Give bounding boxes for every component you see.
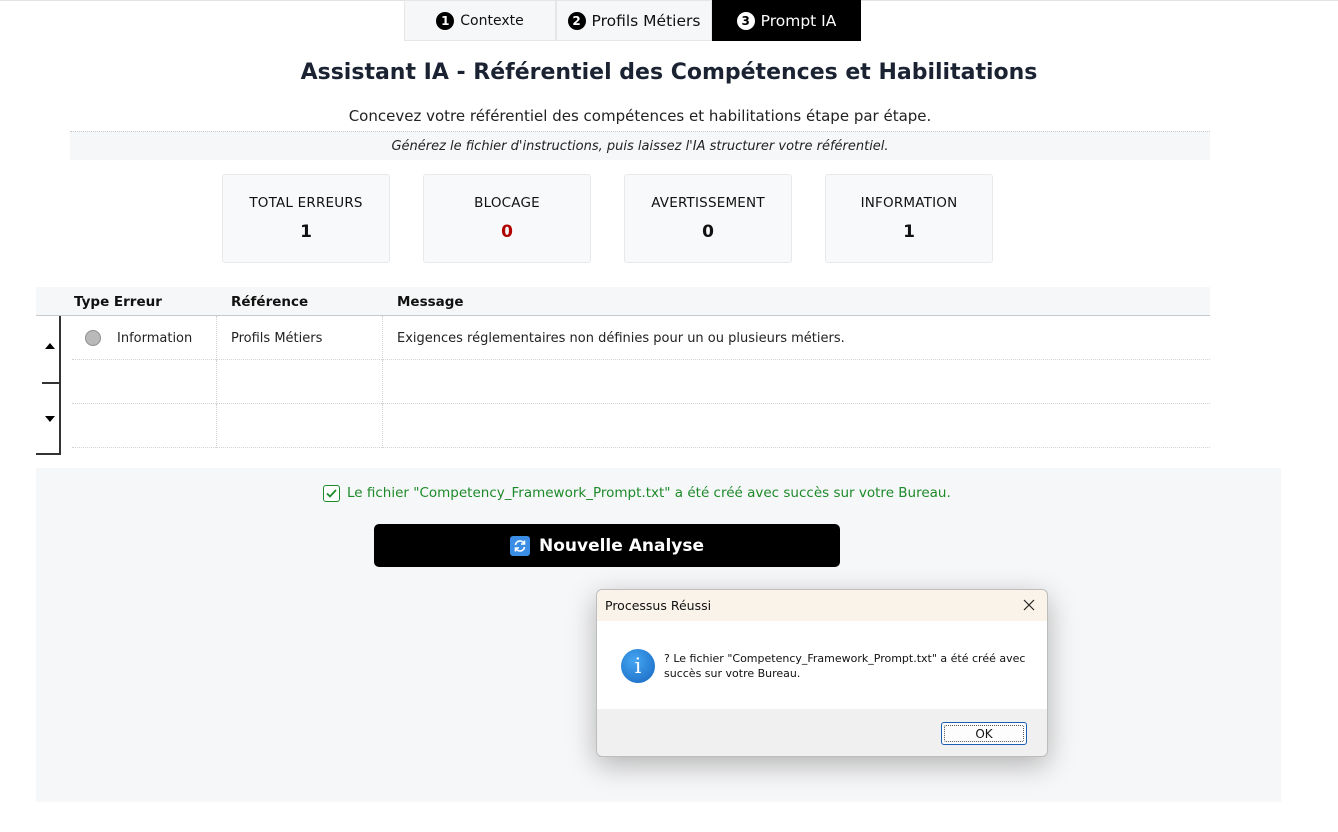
cell-message [383, 404, 1210, 448]
dialog-title-bar: Processus Réussi [597, 590, 1047, 621]
stat-card-warning: AVERTISSEMENT 0 [624, 174, 792, 263]
cell-reference [217, 404, 383, 448]
tab-label: Prompt IA [760, 11, 837, 30]
stat-card-information: INFORMATION 1 [825, 174, 993, 263]
cell-message: Exigences réglementaires non définies po… [397, 330, 845, 346]
new-analysis-label: Nouvelle Analyse [538, 535, 704, 556]
cell-reference [217, 360, 383, 404]
column-header-reference: Référence [231, 294, 309, 310]
step-number-3: 3 [736, 11, 755, 30]
table-row[interactable]: Information Profils Métiers Exigences ré… [72, 316, 1210, 360]
tab-label: Profils Métiers [591, 11, 701, 30]
stat-label: TOTAL ERREURS [249, 195, 363, 211]
table-row-empty [72, 404, 1210, 448]
step-number-2: 2 [567, 11, 586, 30]
tab-label: Contexte [460, 12, 524, 29]
dialog-title: Processus Réussi [605, 598, 712, 613]
step-tabs: 1 Contexte 2 Profils Métiers 3 Prompt IA [404, 0, 861, 41]
stat-label: INFORMATION [860, 195, 958, 211]
stat-value: 0 [702, 222, 714, 242]
stat-card-total-errors: TOTAL ERREURS 1 [222, 174, 390, 263]
severity-dot-icon [85, 330, 101, 346]
stat-value: 1 [300, 222, 312, 242]
scroll-down-button[interactable] [41, 413, 59, 425]
scroll-up-button[interactable] [41, 340, 59, 352]
column-header-type: Type Erreur [74, 294, 162, 310]
scroll-divider [42, 382, 61, 384]
stat-card-blocking: BLOCAGE 0 [423, 174, 591, 263]
type-text: Information [117, 330, 193, 346]
stat-label: BLOCAGE [474, 195, 540, 211]
cell-reference: Profils Métiers [217, 316, 383, 360]
stat-value: 1 [903, 222, 915, 242]
table-row-empty [72, 360, 1210, 404]
table-scroll-controls [36, 316, 61, 455]
hint-text: Générez le fichier d'instructions, puis … [391, 138, 889, 154]
step-number-1: 1 [436, 11, 455, 30]
tab-profils-metiers[interactable]: 2 Profils Métiers [556, 0, 712, 41]
tab-contexte[interactable]: 1 Contexte [404, 0, 556, 41]
new-analysis-button[interactable]: Nouvelle Analyse [374, 524, 840, 567]
close-icon [1023, 599, 1035, 611]
refresh-icon [509, 535, 530, 556]
arrow-down-icon [45, 416, 55, 422]
stat-label: AVERTISSEMENT [651, 195, 765, 211]
message-dialog: Processus Réussi i ? Le fichier "Compete… [596, 589, 1048, 757]
info-icon: i [621, 649, 655, 683]
cell-type [72, 404, 217, 448]
ok-button[interactable]: OK [941, 722, 1027, 745]
cell-type: Information [72, 316, 217, 360]
dialog-body: i ? Le fichier "Competency_Framework_Pro… [597, 621, 1047, 709]
dialog-close-button[interactable] [1021, 597, 1037, 613]
stat-value: 0 [501, 222, 513, 242]
check-icon [323, 484, 340, 502]
cell-type [72, 360, 217, 404]
page-subtitle: Concevez votre référentiel des compétenc… [348, 107, 932, 125]
errors-table-header: Type Erreur Référence Message [36, 287, 1210, 316]
dialog-message: ? Le fichier "Competency_Framework_Promp… [664, 652, 1026, 680]
page-title: Assistant IA - Référentiel des Compétenc… [300, 60, 1038, 85]
success-message: Le fichier "Competency_Framework_Prompt.… [323, 484, 951, 502]
column-header-message: Message [397, 294, 464, 310]
instruction-hint: Générez le fichier d'instructions, puis … [70, 131, 1210, 160]
success-text: Le fichier "Competency_Framework_Prompt.… [347, 485, 951, 501]
cell-message [383, 360, 1210, 404]
tab-prompt-ia[interactable]: 3 Prompt IA [712, 0, 861, 41]
arrow-up-icon [45, 343, 55, 349]
